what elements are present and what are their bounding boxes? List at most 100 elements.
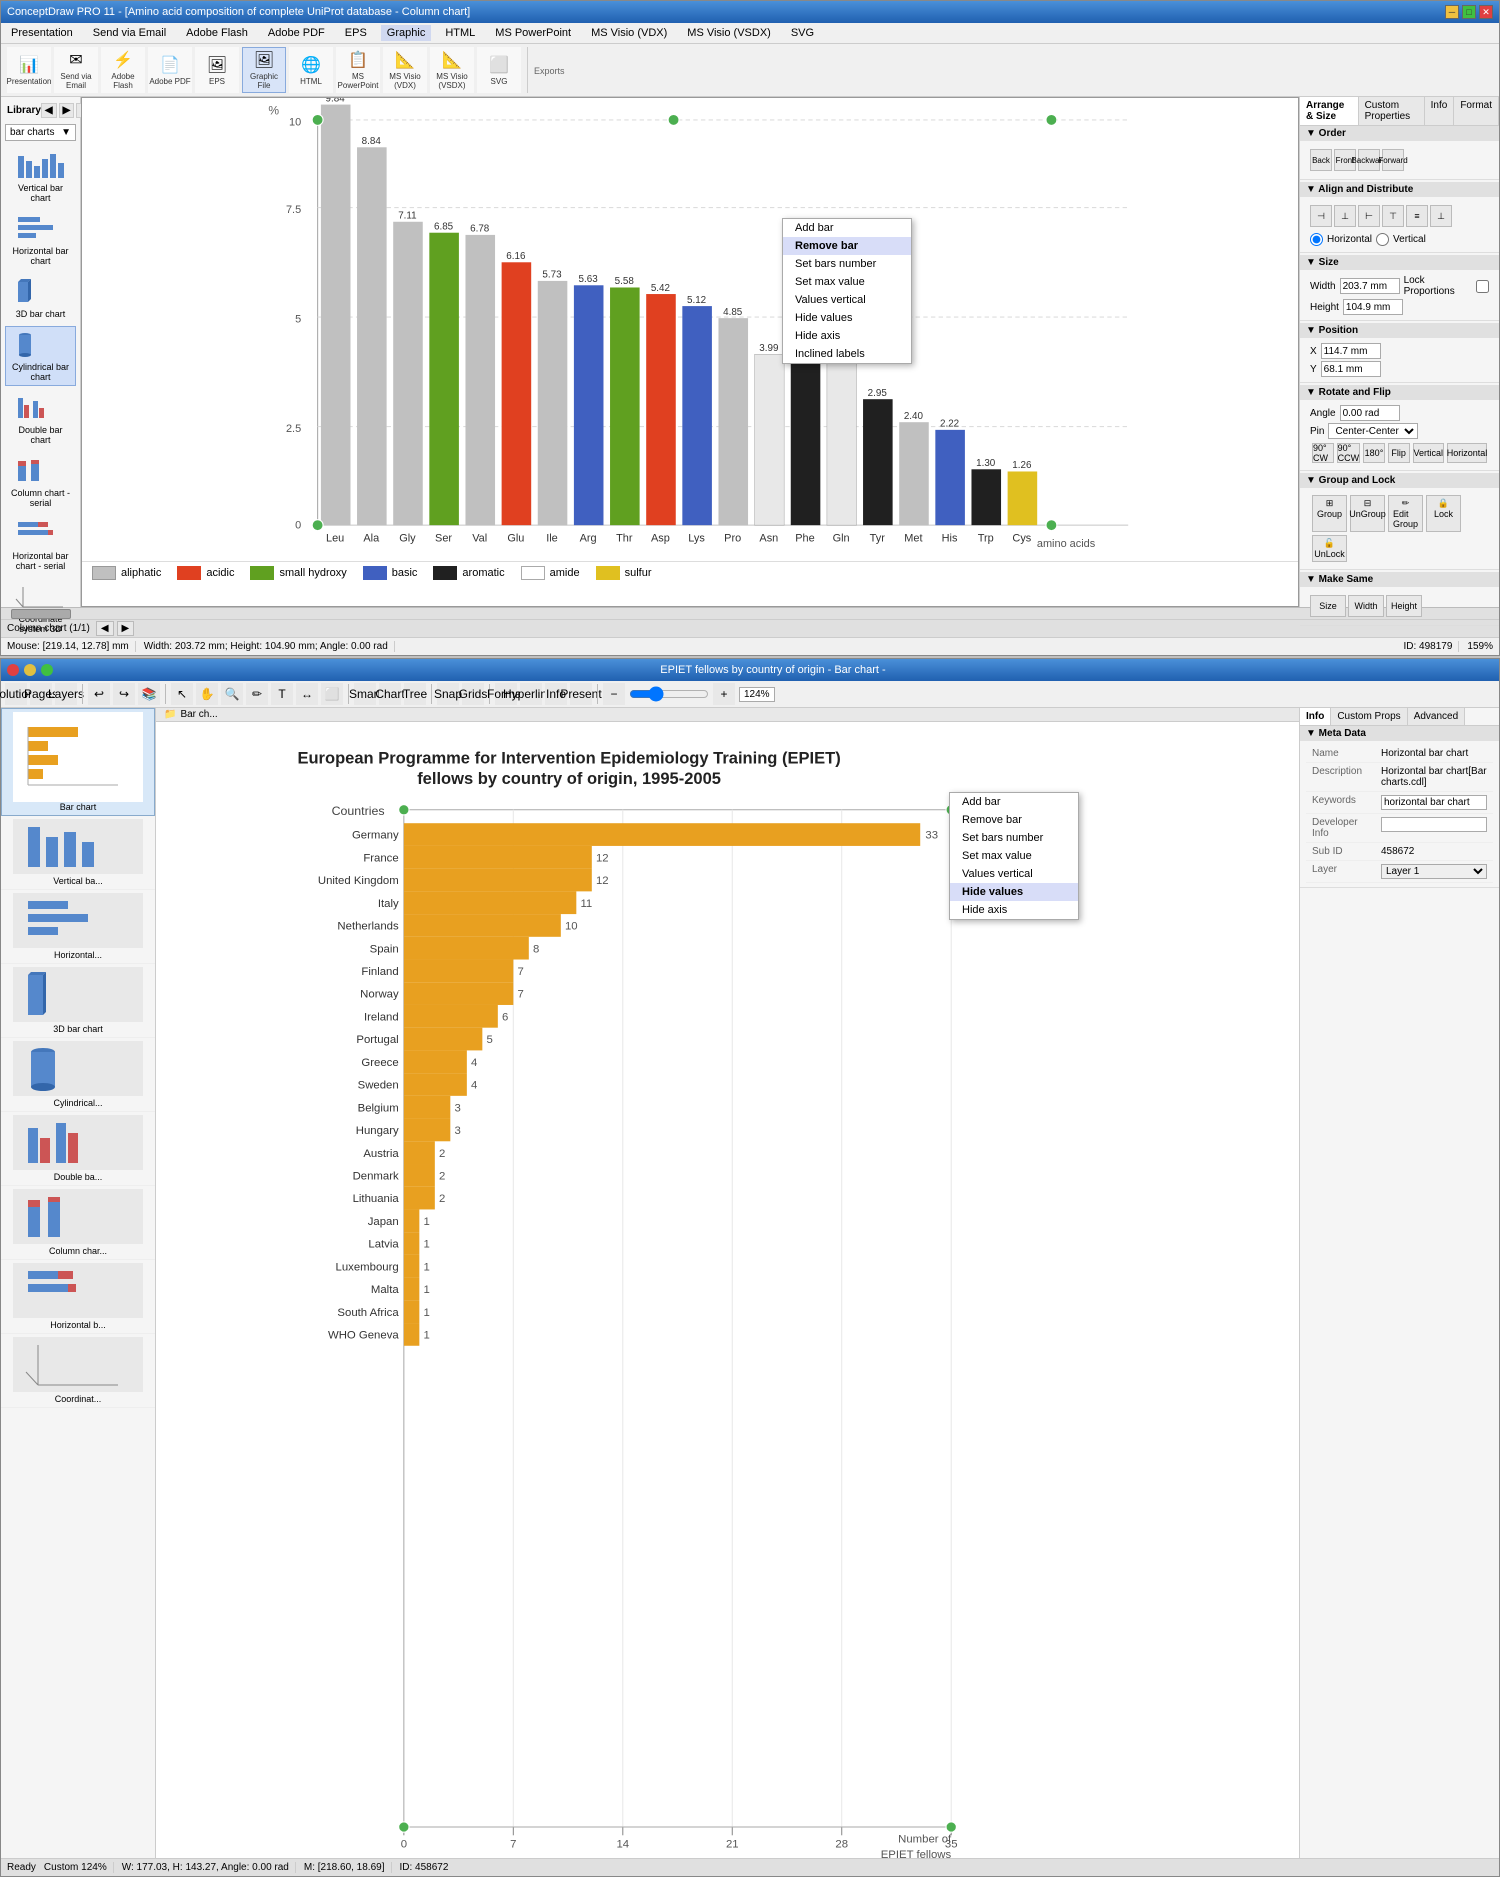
tab-info[interactable]: Info — [1425, 97, 1455, 125]
ms-pp-btn[interactable]: 📋 MSPowerPoint — [336, 47, 380, 93]
sidebar-item-3d-bar[interactable]: 3D bar chart — [5, 273, 76, 323]
min-dot[interactable] — [24, 664, 36, 676]
mini-item-coord[interactable]: Coordinat... — [1, 1334, 155, 1408]
adobe-flash-btn[interactable]: ⚡ Adobe Flash — [101, 47, 145, 93]
lib-nav-back[interactable]: ◀ — [41, 103, 57, 118]
bar-asn[interactable] — [755, 354, 785, 525]
ctx-set-bars-number[interactable]: Set bars number — [783, 255, 911, 273]
tab-custom-props-bottom[interactable]: Custom Props — [1331, 708, 1407, 725]
sidebar-item-cylindrical[interactable]: Cylindrical bar chart — [5, 326, 76, 386]
tab-format[interactable]: Format — [1454, 97, 1499, 125]
align-horizontal-radio[interactable] — [1310, 233, 1323, 246]
sidebar-item-vertical-bar[interactable]: Vertical bar chart — [5, 147, 76, 207]
lib-nav-fwd[interactable]: ▶ — [59, 103, 75, 118]
mini-item-vertical-bar[interactable]: Vertical ba... — [1, 816, 155, 890]
send-email-btn[interactable]: ✉ Send viaEmail — [54, 47, 98, 93]
bar-gly[interactable] — [393, 222, 423, 525]
align-section-title[interactable]: ▼ Align and Distribute — [1300, 182, 1499, 197]
layers-btn[interactable]: Layers — [55, 683, 77, 705]
bar-phe[interactable] — [791, 355, 821, 525]
ctx2-values-vertical[interactable]: Values vertical — [950, 865, 1078, 883]
rotate-180-btn[interactable]: 180° — [1363, 443, 1385, 463]
hbar-finland[interactable] — [404, 960, 513, 983]
page-next-btn[interactable]: ▶ — [117, 621, 135, 636]
bar-pro[interactable] — [718, 318, 748, 525]
ctx-add-bar[interactable]: Add bar — [783, 219, 911, 237]
mini-item-3d-bar[interactable]: 3D bar chart — [1, 964, 155, 1038]
bar-trp[interactable] — [971, 469, 1001, 525]
lock-proportions-checkbox[interactable] — [1476, 280, 1489, 293]
present-btn[interactable]: Present — [570, 683, 592, 705]
rubber-btn[interactable]: ⬜ — [321, 683, 343, 705]
hand-btn[interactable]: ✋ — [196, 683, 218, 705]
hbar-belgium[interactable] — [404, 1096, 450, 1119]
menu-ms-pp[interactable]: MS PowerPoint — [489, 25, 577, 41]
vertical-btn[interactable]: Vertical — [1413, 443, 1445, 463]
forward-btn[interactable]: Forward — [1382, 149, 1404, 171]
bar-ile[interactable] — [538, 281, 568, 525]
hyperlinks-btn[interactable]: Hyperlinks — [520, 683, 542, 705]
close-btn[interactable]: ✕ — [1479, 5, 1493, 19]
hbar-spain[interactable] — [404, 937, 529, 960]
ctx2-add-bar[interactable]: Add bar — [950, 793, 1078, 811]
sidebar-item-column-serial[interactable]: Column chart - serial — [5, 452, 76, 512]
grids-btn[interactable]: Grids — [462, 683, 484, 705]
minimize-btn[interactable]: ─ — [1445, 5, 1459, 19]
align-center-btn[interactable]: ⊥ — [1334, 205, 1356, 227]
hbar-japan[interactable] — [404, 1209, 419, 1232]
bar-his[interactable] — [935, 430, 965, 525]
ctx-remove-bar[interactable]: Remove bar — [783, 237, 911, 255]
size-section-title[interactable]: ▼ Size — [1300, 255, 1499, 270]
layer-select[interactable]: Layer 1 — [1381, 864, 1487, 879]
bar-thr[interactable] — [610, 287, 640, 525]
rotate-90ccw-btn[interactable]: 90° CCW — [1337, 443, 1360, 463]
back-btn[interactable]: Back — [1310, 149, 1332, 171]
align-middle-btn[interactable]: ≡ — [1406, 205, 1428, 227]
menu-pdf[interactable]: Adobe PDF — [262, 25, 331, 41]
menu-html[interactable]: HTML — [439, 25, 481, 41]
make-same-size-btn[interactable]: Size — [1310, 595, 1346, 617]
position-section-title[interactable]: ▼ Position — [1300, 323, 1499, 338]
ms-visio-vsdx-btn[interactable]: 📐 MS Visio(VSDX) — [430, 47, 474, 93]
width-input[interactable] — [1340, 278, 1400, 294]
rotate-90cw-btn[interactable]: 90° CW — [1312, 443, 1334, 463]
align-right-btn[interactable]: ⊢ — [1358, 205, 1380, 227]
ctx2-hide-axis[interactable]: Hide axis — [950, 901, 1078, 919]
bar-ser[interactable] — [429, 233, 459, 525]
pin-select[interactable]: Center-Center — [1328, 423, 1418, 439]
ctx-hide-values[interactable]: Hide values — [783, 309, 911, 327]
ungroup-btn[interactable]: ⊟ UnGroup — [1350, 495, 1385, 532]
menu-presentation[interactable]: Presentation — [5, 25, 79, 41]
mini-item-hbar-serial[interactable]: Horizontal b... — [1, 1260, 155, 1334]
eps-btn[interactable]: 🖼 EPS — [195, 47, 239, 93]
menu-flash[interactable]: Adobe Flash — [180, 25, 254, 41]
menu-send[interactable]: Send via Email — [87, 25, 172, 41]
top-scrollbar[interactable] — [1, 607, 1499, 619]
bar-glu[interactable] — [502, 262, 532, 525]
sidebar-item-double-bar[interactable]: Double bar chart — [5, 389, 76, 449]
graphic-btn[interactable]: 🖼 GraphicFile — [242, 47, 286, 93]
undo-btn[interactable]: ↩ — [88, 683, 110, 705]
backward-btn[interactable]: Backward — [1358, 149, 1380, 171]
hbar-luxembourg[interactable] — [404, 1255, 419, 1278]
bar-val[interactable] — [465, 235, 495, 525]
hbar-netherlands[interactable] — [404, 914, 561, 937]
x-input[interactable] — [1321, 343, 1381, 359]
tab-advanced-bottom[interactable]: Advanced — [1408, 708, 1465, 725]
draw-btn[interactable]: ✏ — [246, 683, 268, 705]
close-dot[interactable] — [7, 664, 19, 676]
bar-arg[interactable] — [574, 285, 604, 525]
svg-btn[interactable]: ⬜ SVG — [477, 47, 521, 93]
bar-leu[interactable] — [321, 105, 351, 526]
order-section-title[interactable]: ▼ Order — [1300, 126, 1499, 141]
bar-met[interactable] — [899, 422, 929, 525]
hbar-greece[interactable] — [404, 1050, 467, 1073]
mini-item-double-ba[interactable]: Double ba... — [1, 1112, 155, 1186]
max-dot[interactable] — [41, 664, 53, 676]
edit-group-btn[interactable]: ✏ Edit Group — [1388, 495, 1423, 532]
html-btn[interactable]: 🌐 HTML — [289, 47, 333, 93]
hbar-france[interactable] — [404, 846, 592, 869]
hbar-sweden[interactable] — [404, 1073, 467, 1096]
chart-btn[interactable]: Chart — [379, 683, 401, 705]
meta-data-title[interactable]: ▼ Meta Data — [1300, 726, 1499, 741]
